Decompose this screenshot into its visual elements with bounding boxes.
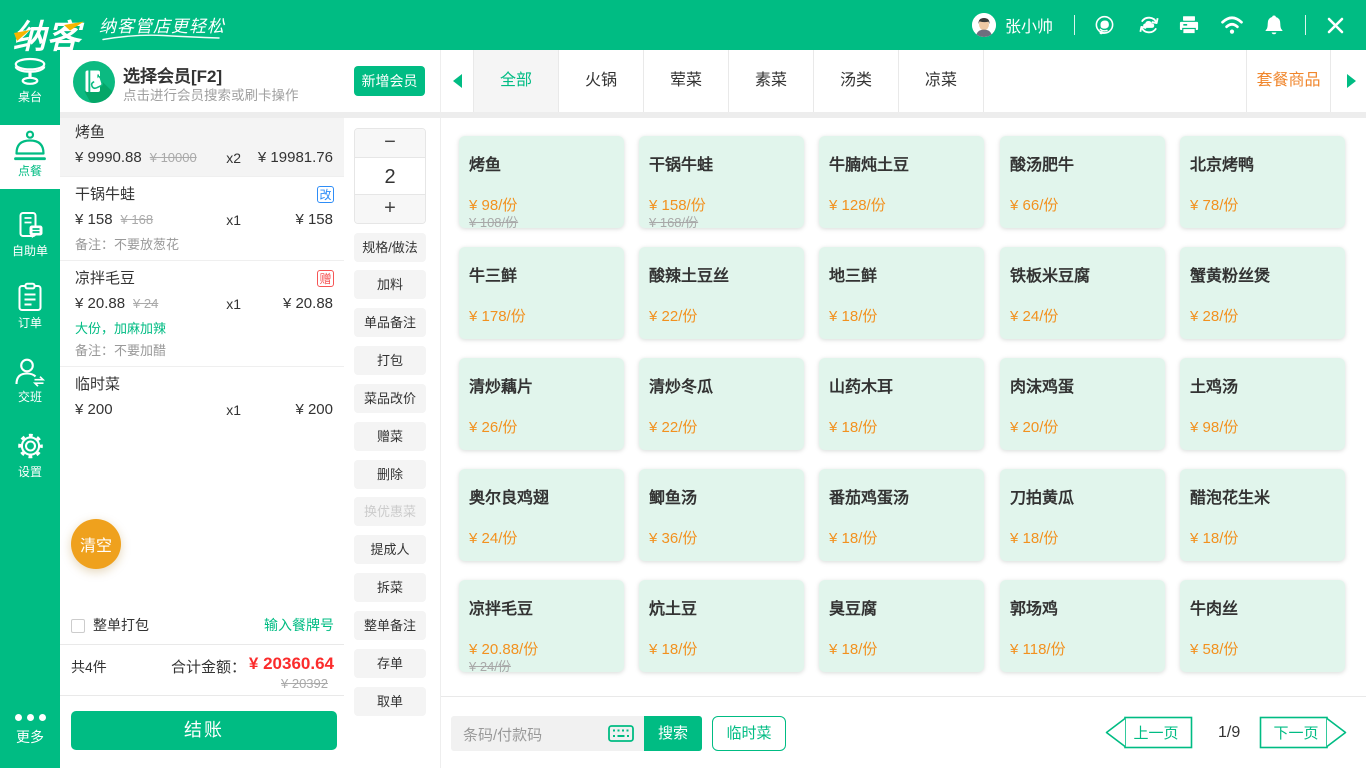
svg-text:上一页: 上一页 [1133,725,1178,742]
svg-text:下一页: 下一页 [1273,725,1318,742]
